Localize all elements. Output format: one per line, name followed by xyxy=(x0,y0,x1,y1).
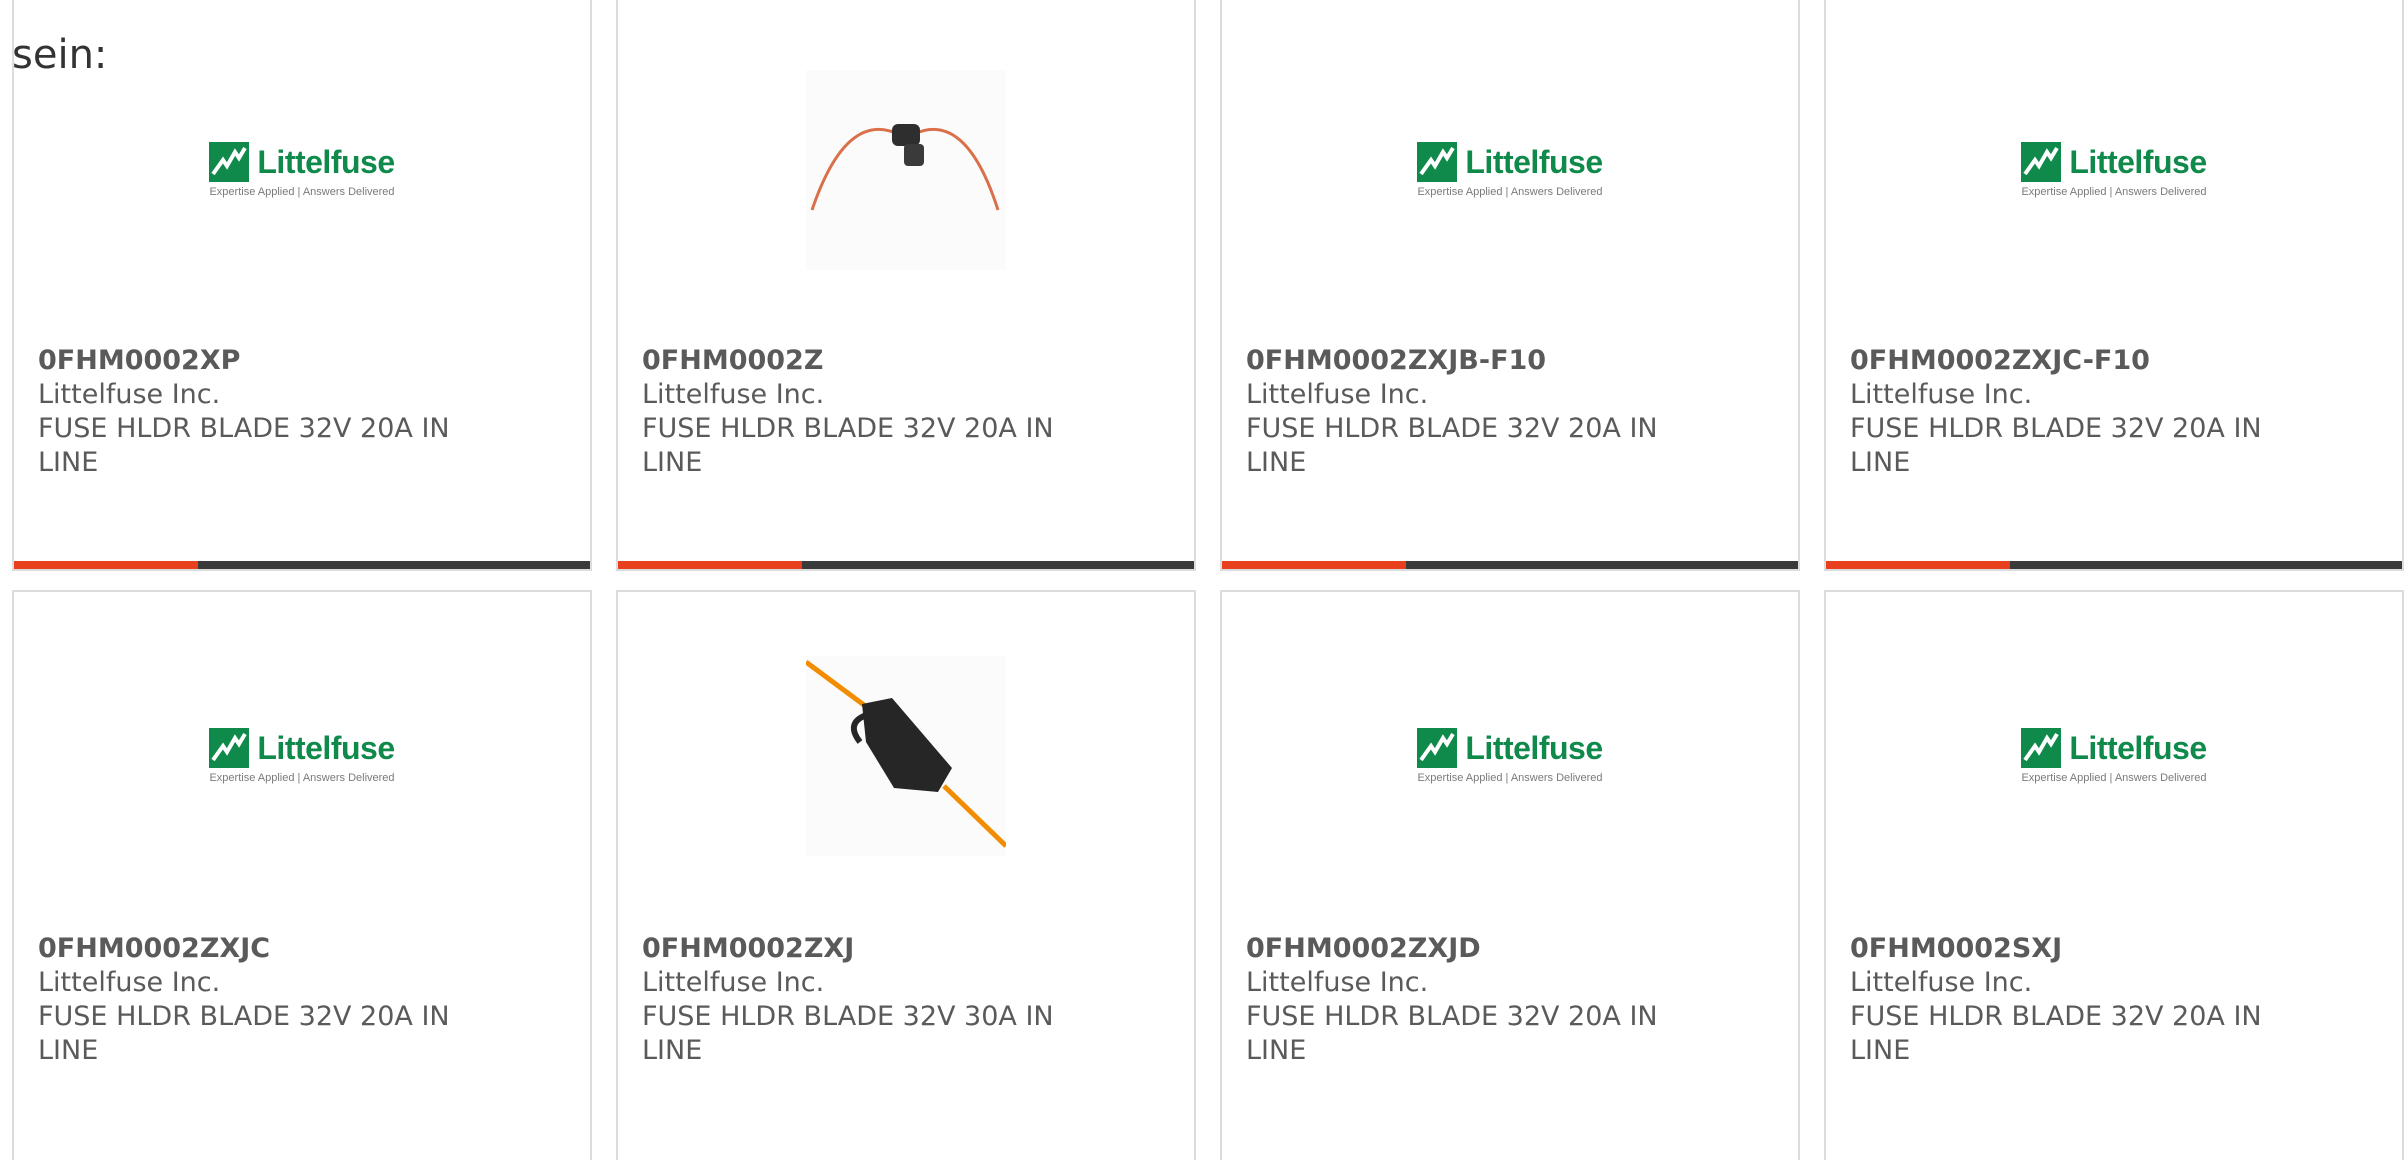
description: FUSE HLDR BLADE 32V 20A IN LINE xyxy=(642,413,1054,478)
manufacturer: Littelfuse Inc. xyxy=(38,379,221,410)
littelfuse-logo: Littelfuse Expertise Applied | Answers D… xyxy=(2014,728,2214,784)
logo-name: Littelfuse xyxy=(257,729,395,766)
product-image[interactable]: Littelfuse Expertise Applied | Answers D… xyxy=(2014,656,2214,856)
fuse-holder-thin-wire-photo xyxy=(806,70,1006,270)
logo-name: Littelfuse xyxy=(257,143,395,180)
manufacturer: Littelfuse Inc. xyxy=(642,967,825,998)
littelfuse-logo-mark-icon xyxy=(1417,728,1458,768)
product-image[interactable]: Littelfuse Expertise Applied | Answers D… xyxy=(1410,70,1610,270)
logo-name: Littelfuse xyxy=(1465,143,1603,180)
product-card[interactable]: Littelfuse Expertise Applied | Answers D… xyxy=(12,0,592,571)
description: FUSE HLDR BLADE 32V 20A IN LINE xyxy=(38,1001,450,1066)
fuse-holder-orange-wire-photo xyxy=(806,656,1006,856)
littelfuse-logo: Littelfuse Expertise Applied | Answers D… xyxy=(1410,728,1610,784)
product-card[interactable]: Littelfuse Expertise Applied | Answers D… xyxy=(1824,590,2404,1160)
manufacturer: Littelfuse Inc. xyxy=(1850,967,2033,998)
progress-bar-fill xyxy=(1222,561,1407,569)
logo-tagline: Expertise Applied | Answers Delivered xyxy=(209,772,395,784)
product-image[interactable] xyxy=(806,656,1006,856)
manufacturer: Littelfuse Inc. xyxy=(642,379,825,410)
logo-tagline: Expertise Applied | Answers Delivered xyxy=(2021,772,2207,784)
product-image[interactable]: Littelfuse Expertise Applied | Answers D… xyxy=(1410,656,1610,856)
littelfuse-logo: Littelfuse Expertise Applied | Answers D… xyxy=(2014,142,2214,198)
description: FUSE HLDR BLADE 32V 20A IN LINE xyxy=(1850,413,2262,478)
logo-name: Littelfuse xyxy=(1465,729,1603,766)
product-card[interactable]: Littelfuse Expertise Applied | Answers D… xyxy=(1220,590,1800,1160)
logo-tagline: Expertise Applied | Answers Delivered xyxy=(1417,772,1603,784)
manufacturer: Littelfuse Inc. xyxy=(1850,379,2033,410)
manufacturer: Littelfuse Inc. xyxy=(1246,379,1429,410)
product-card[interactable]: Littelfuse Expertise Applied | Answers D… xyxy=(1824,0,2404,571)
part-number-link[interactable]: 0FHM0002SXJ xyxy=(1850,932,2062,966)
description: FUSE HLDR BLADE 32V 20A IN LINE xyxy=(1246,1001,1658,1066)
littelfuse-logo-mark-icon xyxy=(209,728,250,768)
part-number-link[interactable]: 0FHM0002ZXJ xyxy=(642,932,854,966)
product-card[interactable]: 0FHM0002Z Littelfuse Inc. FUSE HLDR BLAD… xyxy=(616,0,1196,571)
product-card[interactable]: Littelfuse Expertise Applied | Answers D… xyxy=(1220,0,1800,571)
product-image[interactable]: Littelfuse Expertise Applied | Answers D… xyxy=(202,70,402,270)
littelfuse-logo-mark-icon xyxy=(2021,142,2062,182)
product-card[interactable]: Littelfuse Expertise Applied | Answers D… xyxy=(12,590,592,1160)
littelfuse-logo: Littelfuse Expertise Applied | Answers D… xyxy=(202,728,402,784)
logo-name: Littelfuse xyxy=(2069,729,2207,766)
progress-bar xyxy=(618,561,1194,569)
part-number-link[interactable]: 0FHM0002ZXJC-F10 xyxy=(1850,344,2150,378)
logo-tagline: Expertise Applied | Answers Delivered xyxy=(209,186,395,198)
product-image[interactable] xyxy=(806,70,1006,270)
progress-bar xyxy=(1222,561,1798,569)
part-number-link[interactable]: 0FHM0002XP xyxy=(38,344,240,378)
littelfuse-logo: Littelfuse Expertise Applied | Answers D… xyxy=(202,142,402,198)
description: FUSE HLDR BLADE 32V 20A IN LINE xyxy=(1246,413,1658,478)
part-number-link[interactable]: 0FHM0002ZXJB-F10 xyxy=(1246,344,1546,378)
logo-name: Littelfuse xyxy=(2069,143,2207,180)
part-number-link[interactable]: 0FHM0002Z xyxy=(642,344,823,378)
littelfuse-logo-mark-icon xyxy=(1417,142,1458,182)
progress-bar-fill xyxy=(1826,561,2011,569)
littelfuse-logo-mark-icon xyxy=(2021,728,2062,768)
littelfuse-logo-mark-icon xyxy=(209,142,250,182)
description: FUSE HLDR BLADE 32V 20A IN LINE xyxy=(1850,1001,2262,1066)
logo-tagline: Expertise Applied | Answers Delivered xyxy=(2021,186,2207,198)
part-number-link[interactable]: 0FHM0002ZXJD xyxy=(1246,932,1481,966)
progress-bar-fill xyxy=(618,561,803,569)
product-grid: Littelfuse Expertise Applied | Answers D… xyxy=(12,0,2405,1160)
progress-bar-fill xyxy=(14,561,199,569)
product-image[interactable]: Littelfuse Expertise Applied | Answers D… xyxy=(2014,70,2214,270)
part-number-link[interactable]: 0FHM0002ZXJC xyxy=(38,932,270,966)
manufacturer: Littelfuse Inc. xyxy=(1246,967,1429,998)
intro-text: sein: xyxy=(12,32,108,78)
logo-tagline: Expertise Applied | Answers Delivered xyxy=(1417,186,1603,198)
littelfuse-logo: Littelfuse Expertise Applied | Answers D… xyxy=(1410,142,1610,198)
progress-bar xyxy=(14,561,590,569)
description: FUSE HLDR BLADE 32V 30A IN LINE xyxy=(642,1001,1054,1066)
progress-bar xyxy=(1826,561,2402,569)
product-card[interactable]: 0FHM0002ZXJ Littelfuse Inc. FUSE HLDR BL… xyxy=(616,590,1196,1160)
manufacturer: Littelfuse Inc. xyxy=(38,967,221,998)
product-image[interactable]: Littelfuse Expertise Applied | Answers D… xyxy=(202,656,402,856)
description: FUSE HLDR BLADE 32V 20A IN LINE xyxy=(38,413,450,478)
